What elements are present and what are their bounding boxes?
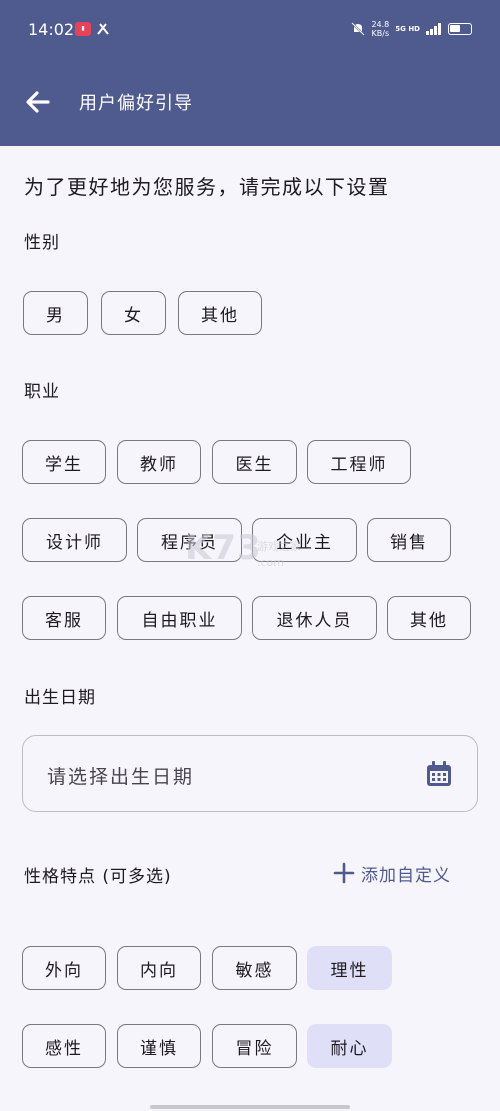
occupation-option[interactable]: 退休人员 bbox=[252, 596, 377, 640]
tools-icon bbox=[97, 23, 109, 35]
add-custom-label: 添加自定义 bbox=[361, 865, 451, 886]
occupation-option[interactable]: 自由职业 bbox=[117, 596, 242, 640]
gender-option[interactable]: 男 bbox=[23, 291, 88, 335]
gender-option[interactable]: 其他 bbox=[178, 291, 262, 335]
personality-option[interactable]: 感性 bbox=[22, 1024, 106, 1068]
personality-option[interactable]: 外向 bbox=[22, 946, 106, 990]
calendar-icon[interactable] bbox=[425, 760, 453, 788]
gender-label: 性别 bbox=[24, 233, 60, 253]
occupation-option[interactable]: 医生 bbox=[212, 440, 297, 484]
occupation-option[interactable]: 教师 bbox=[117, 440, 201, 484]
personality-option[interactable]: 谨慎 bbox=[117, 1024, 201, 1068]
network-speed-unit: KB/s bbox=[371, 29, 390, 38]
signal-icon bbox=[426, 23, 441, 35]
birthday-label: 出生日期 bbox=[24, 688, 96, 708]
plus-icon bbox=[333, 862, 355, 884]
occupation-option[interactable]: 学生 bbox=[22, 440, 106, 484]
personality-option[interactable]: 冒险 bbox=[212, 1024, 297, 1068]
occupation-option[interactable]: 销售 bbox=[367, 518, 451, 562]
network-speed-value: 24.8 bbox=[371, 20, 390, 29]
gender-option[interactable]: 女 bbox=[101, 291, 166, 335]
battery-icon bbox=[448, 23, 472, 35]
intro-text: 为了更好地为您服务，请完成以下设置 bbox=[24, 175, 390, 199]
network-speed: 24.8 KB/s bbox=[371, 20, 389, 38]
page-title: 用户偏好引导 bbox=[79, 93, 193, 114]
network-type: 5G HD bbox=[395, 25, 420, 33]
occupation-label: 职业 bbox=[24, 382, 60, 402]
personality-option-selected[interactable]: 耐心 bbox=[307, 1024, 392, 1068]
status-right-group: 24.8 KB/s 5G HD bbox=[351, 18, 472, 40]
personality-option[interactable]: 敏感 bbox=[212, 946, 297, 990]
status-bar: 14:02 ▮ 24.8 KB/s 5G HD bbox=[0, 0, 500, 60]
notification-app-icon: ▮ bbox=[75, 22, 91, 36]
personality-option[interactable]: 内向 bbox=[117, 946, 201, 990]
watermark-text: 游戏之家 bbox=[257, 540, 301, 553]
watermark-domain: .com bbox=[257, 556, 284, 569]
mute-bell-icon bbox=[351, 22, 366, 36]
arrow-left-icon[interactable] bbox=[22, 86, 54, 118]
watermark-logo: K73 bbox=[185, 528, 262, 568]
app-bar: 14:02 ▮ 24.8 KB/s 5G HD 用户偏好引导 bbox=[0, 0, 500, 146]
status-time: 14:02 bbox=[28, 20, 75, 39]
occupation-option[interactable]: 客服 bbox=[22, 596, 106, 640]
personality-label: 性格特点 (可多选) bbox=[24, 867, 172, 887]
add-custom-button[interactable]: 添加自定义 bbox=[333, 858, 451, 888]
occupation-option[interactable]: 工程师 bbox=[307, 440, 411, 484]
occupation-option[interactable]: 设计师 bbox=[22, 518, 127, 562]
home-indicator[interactable] bbox=[150, 1105, 350, 1109]
personality-option-selected[interactable]: 理性 bbox=[307, 946, 392, 990]
birthday-field[interactable]: 请选择出生日期 bbox=[22, 735, 478, 812]
occupation-option[interactable]: 其他 bbox=[387, 596, 471, 640]
birthday-placeholder: 请选择出生日期 bbox=[47, 766, 195, 788]
